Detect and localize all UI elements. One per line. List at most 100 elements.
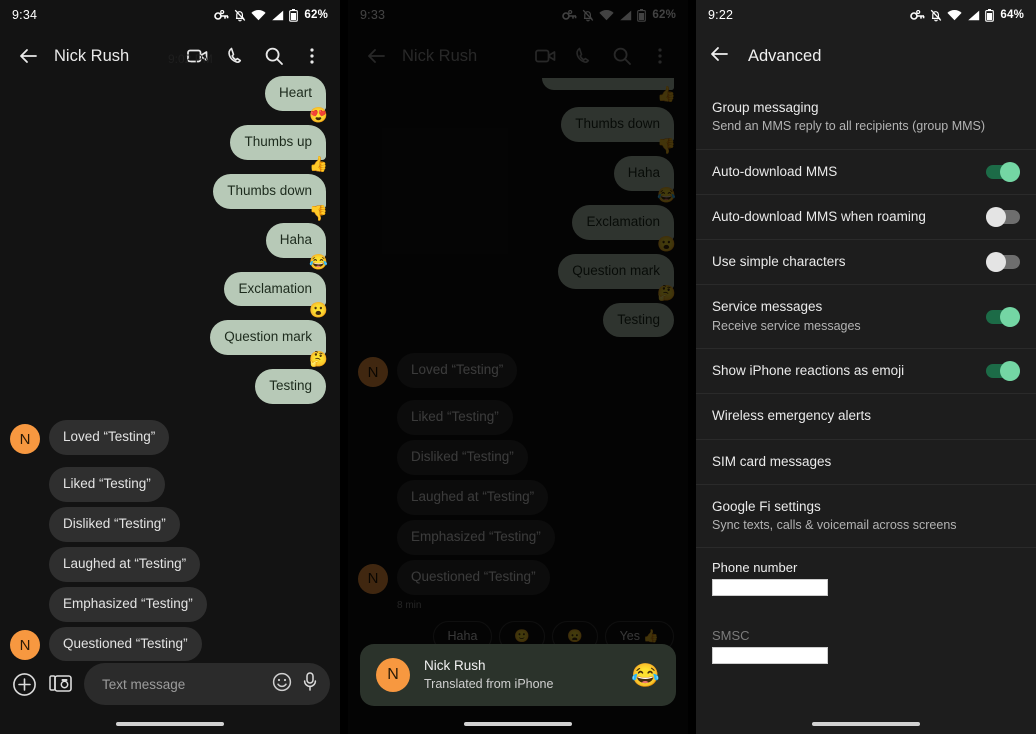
message-row[interactable]: Haha 😂: [358, 155, 678, 203]
message-row[interactable]: Heart 😍: [10, 76, 330, 123]
reaction-emoji[interactable]: 😍: [309, 108, 328, 123]
message-bubble-received[interactable]: Loved “Testing”: [397, 353, 518, 389]
toggle-show-iphone-reactions[interactable]: [986, 361, 1020, 382]
back-arrow-icon[interactable]: [358, 38, 394, 74]
settings-item-title: Auto-download MMS: [712, 163, 838, 179]
message-row[interactable]: Disliked “Testing”: [358, 440, 678, 475]
reaction-emoji[interactable]: 👎: [657, 139, 676, 154]
message-bubble-received[interactable]: Emphasized “Testing”: [397, 519, 555, 555]
message-row[interactable]: Liked “Testing”: [358, 400, 678, 436]
redacted-value-box: [712, 579, 828, 597]
message-bubble-received[interactable]: Loved “Testing”: [49, 420, 170, 455]
message-bubble-sent[interactable]: Testing: [255, 369, 326, 405]
message-row[interactable]: Thumbs up 👍: [10, 124, 330, 172]
conversation-title[interactable]: Nick Rush: [402, 47, 477, 66]
message-row[interactable]: Testing: [10, 369, 330, 405]
settings-field-phone-number[interactable]: Phone number: [696, 547, 1036, 610]
toggle-service-messages[interactable]: [986, 306, 1020, 327]
microphone-icon[interactable]: [302, 671, 318, 698]
message-bubble-sent-partial[interactable]: [542, 78, 674, 90]
gallery-camera-icon[interactable]: [47, 670, 75, 698]
message-bubble-sent[interactable]: Thumbs up: [230, 124, 326, 160]
message-row[interactable]: N Loved “Testing”: [358, 353, 678, 389]
settings-item-use-simple-characters[interactable]: Use simple characters: [696, 239, 1036, 284]
toggle-use-simple-characters[interactable]: [986, 252, 1020, 273]
message-bubble-received[interactable]: Liked “Testing”: [397, 400, 513, 436]
search-icon[interactable]: [604, 38, 640, 74]
settings-field-smsc[interactable]: SMSC: [696, 610, 1036, 678]
reaction-emoji[interactable]: 🤔: [657, 286, 676, 301]
reaction-emoji[interactable]: 🤔: [309, 352, 328, 367]
video-call-icon[interactable]: [528, 38, 564, 74]
search-icon[interactable]: [256, 38, 292, 74]
message-row[interactable]: N Questioned “Testing”: [10, 626, 330, 662]
reaction-emoji[interactable]: 😂: [657, 188, 676, 203]
toggle-auto-download-mms[interactable]: [986, 161, 1020, 182]
message-bubble-received[interactable]: Questioned “Testing”: [49, 626, 202, 662]
message-row[interactable]: Question mark 🤔: [358, 253, 678, 301]
phone-call-icon[interactable]: [566, 38, 602, 74]
phone-call-icon[interactable]: [218, 38, 254, 74]
wifi-icon: [599, 9, 614, 21]
reaction-emoji[interactable]: 😂: [309, 255, 328, 270]
message-bubble-received[interactable]: Disliked “Testing”: [49, 506, 180, 542]
settings-item-service-messages[interactable]: Service messages Receive service message…: [696, 284, 1036, 348]
message-bubble-sent[interactable]: Thumbs down: [213, 173, 326, 209]
message-bubble-received[interactable]: Disliked “Testing”: [397, 440, 528, 475]
settings-item-auto-download-mms[interactable]: Auto-download MMS: [696, 148, 1036, 194]
message-list[interactable]: Heart 😍 Thumbs up 👍 Thumbs down 👎 Haha 😂…: [0, 76, 340, 728]
message-bubble-received[interactable]: Emphasized “Testing”: [49, 586, 207, 622]
message-bubble-received[interactable]: Liked “Testing”: [49, 467, 165, 502]
message-row-partial[interactable]: 👍: [358, 78, 678, 102]
emoji-smiley-icon[interactable]: [272, 672, 292, 697]
back-arrow-icon[interactable]: [10, 38, 46, 74]
back-arrow-icon[interactable]: [708, 43, 730, 70]
message-row[interactable]: Liked “Testing”: [10, 467, 330, 502]
message-row[interactable]: Thumbs down 👎: [10, 173, 330, 221]
settings-item-google-fi-settings[interactable]: Google Fi settings Sync texts, calls & v…: [696, 483, 1036, 548]
add-circle-icon[interactable]: [10, 670, 38, 698]
message-row[interactable]: Exclamation 😮: [358, 204, 678, 252]
message-row[interactable]: Question mark 🤔: [10, 320, 330, 367]
reaction-emoji[interactable]: 👍: [309, 157, 328, 172]
overflow-menu-icon[interactable]: [642, 38, 678, 74]
three-panel-screenshot: 9:34 62% Nick Rush 9:02 PM Heart 😍 Thumb…: [0, 0, 1036, 734]
notification-toast[interactable]: N Nick Rush Translated from iPhone 😂: [360, 644, 676, 706]
settings-item-show-iphone-reactions[interactable]: Show iPhone reactions as emoji: [696, 348, 1036, 393]
settings-item-group-messaging[interactable]: Group messaging Send an MMS reply to all…: [696, 86, 1036, 149]
message-row[interactable]: Emphasized “Testing”: [358, 519, 678, 555]
message-bubble-received[interactable]: Questioned “Testing”: [397, 559, 550, 595]
message-row[interactable]: Emphasized “Testing”: [10, 586, 330, 622]
reaction-emoji[interactable]: 👎: [309, 206, 328, 221]
settings-item-wireless-emergency-alerts[interactable]: Wireless emergency alerts: [696, 393, 1036, 438]
message-list[interactable]: 👍 Thumbs down 👎 Haha 😂 Exclamation 😮 Que…: [348, 78, 688, 730]
message-row[interactable]: Disliked “Testing”: [10, 506, 330, 542]
settings-item-auto-download-mms-roaming[interactable]: Auto-download MMS when roaming: [696, 193, 1036, 239]
settings-item-sim-card-messages[interactable]: SIM card messages: [696, 438, 1036, 484]
message-bubble-sent[interactable]: Question mark: [558, 253, 674, 289]
message-row[interactable]: Exclamation 😮: [10, 271, 330, 318]
message-row[interactable]: Haha 😂: [10, 222, 330, 270]
message-row[interactable]: N Questioned “Testing”: [358, 559, 678, 595]
message-bubble-sent[interactable]: Thumbs down: [561, 107, 674, 142]
message-bubble-sent[interactable]: Heart: [264, 76, 326, 111]
message-row[interactable]: N Loved “Testing”: [10, 420, 330, 455]
avatar-placeholder: [10, 551, 40, 581]
toggle-auto-download-mms-roaming[interactable]: [986, 207, 1020, 228]
message-bubble-sent[interactable]: Haha: [613, 155, 674, 191]
message-bubble-sent[interactable]: Testing: [603, 302, 674, 338]
reaction-emoji[interactable]: 👍: [657, 87, 676, 102]
message-input[interactable]: Text message: [84, 663, 330, 705]
message-row[interactable]: Testing: [358, 302, 678, 338]
message-row[interactable]: Thumbs down 👎: [358, 107, 678, 154]
conversation-title[interactable]: Nick Rush: [54, 47, 129, 66]
message-bubble-sent[interactable]: Haha: [265, 222, 326, 258]
message-bubble-sent[interactable]: Exclamation: [572, 204, 674, 240]
overflow-menu-icon[interactable]: [294, 38, 330, 74]
message-row[interactable]: Laughed at “Testing”: [10, 546, 330, 582]
message-bubble-received[interactable]: Laughed at “Testing”: [397, 480, 549, 515]
message-bubble-received[interactable]: Laughed at “Testing”: [49, 546, 201, 582]
reaction-emoji[interactable]: 😮: [309, 303, 328, 318]
message-row[interactable]: Laughed at “Testing”: [358, 480, 678, 515]
reaction-emoji[interactable]: 😮: [657, 237, 676, 252]
